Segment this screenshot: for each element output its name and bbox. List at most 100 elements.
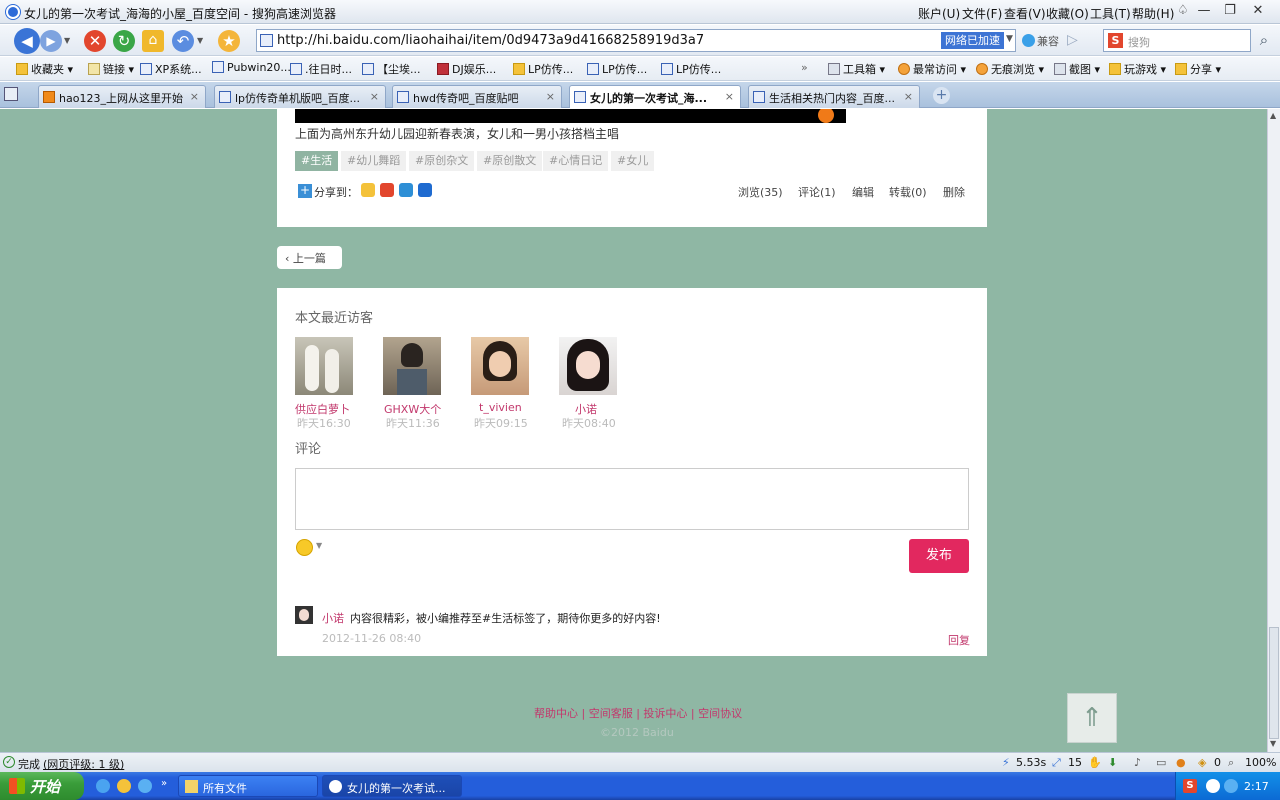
close-tab-icon[interactable]: × bbox=[190, 90, 199, 103]
ad-filter-icon[interactable]: ⤢ bbox=[1052, 756, 1061, 770]
tab-lp-bar[interactable]: lp仿传奇单机版吧_百度... × bbox=[214, 85, 386, 108]
commenter-name[interactable]: 小诺 bbox=[322, 610, 344, 626]
task-all-files[interactable]: 所有文件 bbox=[178, 775, 318, 797]
quicklaunch-overflow-icon[interactable]: » bbox=[161, 778, 167, 789]
task-browser[interactable]: 女儿的第一次考试... bbox=[322, 775, 462, 797]
share-button[interactable]: 分享 ▾ bbox=[1175, 61, 1221, 77]
delete-link[interactable]: 删除 bbox=[943, 184, 965, 200]
views-count[interactable]: 浏览(35) bbox=[738, 184, 783, 200]
bookmark-dj[interactable]: DJ娱乐... bbox=[437, 61, 496, 77]
menu-help[interactable]: 帮助(H) bbox=[1132, 5, 1174, 22]
share-plus-icon[interactable]: + bbox=[298, 184, 312, 198]
forward-button[interactable]: ▶ bbox=[40, 30, 62, 52]
new-tab-icon[interactable]: + bbox=[933, 87, 950, 104]
visitor-avatar[interactable] bbox=[383, 337, 441, 395]
restore-button[interactable]: ❐ bbox=[1219, 2, 1241, 20]
qzone-share-icon[interactable] bbox=[361, 183, 375, 197]
vertical-scrollbar[interactable]: ▲ ▼ bbox=[1267, 109, 1280, 752]
zoom-icon[interactable]: ⌕ bbox=[1228, 756, 1234, 770]
emoji-dropdown-icon[interactable]: ▼ bbox=[316, 541, 322, 550]
browser-quicklaunch-icon[interactable] bbox=[138, 779, 152, 793]
tag-daughter[interactable]: #女儿 bbox=[611, 151, 655, 171]
tag-life[interactable]: #生活 bbox=[295, 151, 339, 171]
screenshot-button[interactable]: 截图 ▾ bbox=[1054, 61, 1100, 77]
page-rating-link[interactable]: (网页评级: 1 级) bbox=[43, 756, 124, 772]
qq-icon[interactable] bbox=[1224, 779, 1238, 793]
previous-post-button[interactable]: ‹ 上一篇 bbox=[277, 246, 342, 269]
refresh-button[interactable]: ↻ bbox=[113, 30, 135, 52]
toolbox-button[interactable]: 工具箱 ▾ bbox=[828, 61, 885, 77]
shield-icon[interactable]: ◈ bbox=[1198, 756, 1206, 769]
close-button[interactable]: ✕ bbox=[1247, 2, 1269, 20]
ie-quicklaunch-icon[interactable] bbox=[96, 779, 110, 793]
comments-link[interactable]: 评论(1) bbox=[798, 184, 836, 200]
skin-icon[interactable]: ♤ bbox=[1172, 2, 1194, 20]
video-player[interactable] bbox=[295, 109, 846, 123]
reply-link[interactable]: 回复 bbox=[948, 632, 970, 648]
sogou-ime-icon[interactable]: S bbox=[1183, 779, 1197, 793]
back-button[interactable]: ◀ bbox=[14, 28, 40, 54]
stop-button[interactable]: ✕ bbox=[84, 30, 106, 52]
bookmark-favorites[interactable]: 收藏夹 ▾ bbox=[16, 61, 73, 77]
close-tab-icon[interactable]: × bbox=[546, 90, 555, 103]
search-button[interactable]: ⌕ bbox=[1253, 29, 1275, 52]
home-button[interactable]: ⌂ bbox=[142, 30, 164, 52]
minimize-button[interactable]: — bbox=[1193, 2, 1215, 20]
edit-link[interactable]: 编辑 bbox=[852, 184, 874, 200]
menu-file[interactable]: 文件(F) bbox=[962, 5, 1002, 22]
bookmarks-overflow-icon[interactable]: » bbox=[801, 61, 808, 74]
scroll-thumb[interactable] bbox=[1269, 627, 1279, 739]
undo-dropdown-icon[interactable]: ▼ bbox=[197, 36, 203, 45]
visitor-avatar[interactable] bbox=[295, 337, 353, 395]
menu-account[interactable]: 账户(U) bbox=[918, 5, 960, 22]
address-bar[interactable]: http://hi.baidu.com/liaohaihai/item/0d94… bbox=[256, 29, 1016, 52]
compat-mode-button[interactable]: 兼容 bbox=[1037, 33, 1059, 49]
network-accelerated-badge[interactable]: 网络已加速 bbox=[941, 32, 1004, 49]
zoom-level[interactable]: 100% bbox=[1245, 756, 1276, 769]
footer-links[interactable]: 帮助中心 | 空间客服 | 投诉中心 | 空间协议 bbox=[534, 705, 742, 721]
sidebar-toggle-icon[interactable] bbox=[4, 87, 18, 101]
close-tab-icon[interactable]: × bbox=[904, 90, 913, 103]
screen-icon[interactable]: ▭ bbox=[1156, 756, 1166, 769]
bookmark-xp[interactable]: XP系统... bbox=[140, 61, 202, 77]
visitor-avatar[interactable] bbox=[559, 337, 617, 395]
menu-view[interactable]: 查看(V) bbox=[1004, 5, 1046, 22]
tag-dance[interactable]: #幼儿舞蹈 bbox=[341, 151, 407, 171]
bookmark-dust[interactable]: 【尘埃... bbox=[362, 61, 421, 77]
tab-life-hot[interactable]: 生活相关热门内容_百度... × bbox=[748, 85, 920, 108]
bookmark-past[interactable]: .往日时... bbox=[290, 61, 352, 77]
commenter-avatar[interactable] bbox=[295, 606, 313, 624]
visitor-name[interactable]: t_vivien bbox=[479, 401, 522, 414]
plugin-icon[interactable]: ● bbox=[1176, 756, 1186, 769]
mouse-gesture-icon[interactable]: ✋ bbox=[1088, 756, 1102, 769]
bookmark-links[interactable]: 链接 ▾ bbox=[88, 61, 134, 77]
quicklaunch-icon[interactable] bbox=[117, 779, 131, 793]
scroll-down-icon[interactable]: ▼ bbox=[1270, 739, 1276, 748]
url-text[interactable]: http://hi.baidu.com/liaohaihai/item/0d94… bbox=[277, 33, 704, 48]
bookmark-pubwin[interactable]: Pubwin20... bbox=[212, 61, 291, 74]
publish-button[interactable]: 发布 bbox=[909, 539, 969, 573]
menu-favorites[interactable]: 收藏(O) bbox=[1046, 5, 1089, 22]
back-to-top-button[interactable]: ⇑ bbox=[1067, 693, 1117, 743]
tag-original-prose[interactable]: #原创散文 bbox=[477, 151, 543, 171]
tag-mood-diary[interactable]: #心情日记 bbox=[543, 151, 609, 171]
renren-share-icon[interactable] bbox=[418, 183, 432, 197]
favorite-star-icon[interactable]: ★ bbox=[218, 30, 240, 52]
history-dropdown-icon[interactable]: ▼ bbox=[64, 36, 70, 45]
start-button[interactable]: 开始 bbox=[0, 772, 84, 800]
most-visited-button[interactable]: 最常访问 ▾ bbox=[898, 61, 966, 77]
bookmark-lp1[interactable]: LP仿传... bbox=[513, 61, 573, 77]
incognito-button[interactable]: 无痕浏览 ▾ bbox=[976, 61, 1044, 77]
tab-hao123[interactable]: hao123_上网从这里开始 × bbox=[38, 85, 206, 108]
menu-tools[interactable]: 工具(T) bbox=[1090, 5, 1131, 22]
scroll-up-icon[interactable]: ▲ bbox=[1270, 111, 1276, 120]
bookmark-lp2[interactable]: LP仿传... bbox=[587, 61, 647, 77]
close-tab-icon[interactable]: × bbox=[725, 90, 734, 103]
tab-hwd-bar[interactable]: hwd传奇吧_百度贴吧 × bbox=[392, 85, 562, 108]
bookmark-lp3[interactable]: LP仿传... bbox=[661, 61, 721, 77]
tag-original-essay[interactable]: #原创杂文 bbox=[409, 151, 475, 171]
weibo-share-icon[interactable] bbox=[380, 183, 394, 197]
network-icon[interactable] bbox=[1206, 779, 1220, 793]
go-button[interactable]: ▷ bbox=[1067, 32, 1078, 48]
search-box[interactable]: S 搜狗 bbox=[1103, 29, 1251, 52]
